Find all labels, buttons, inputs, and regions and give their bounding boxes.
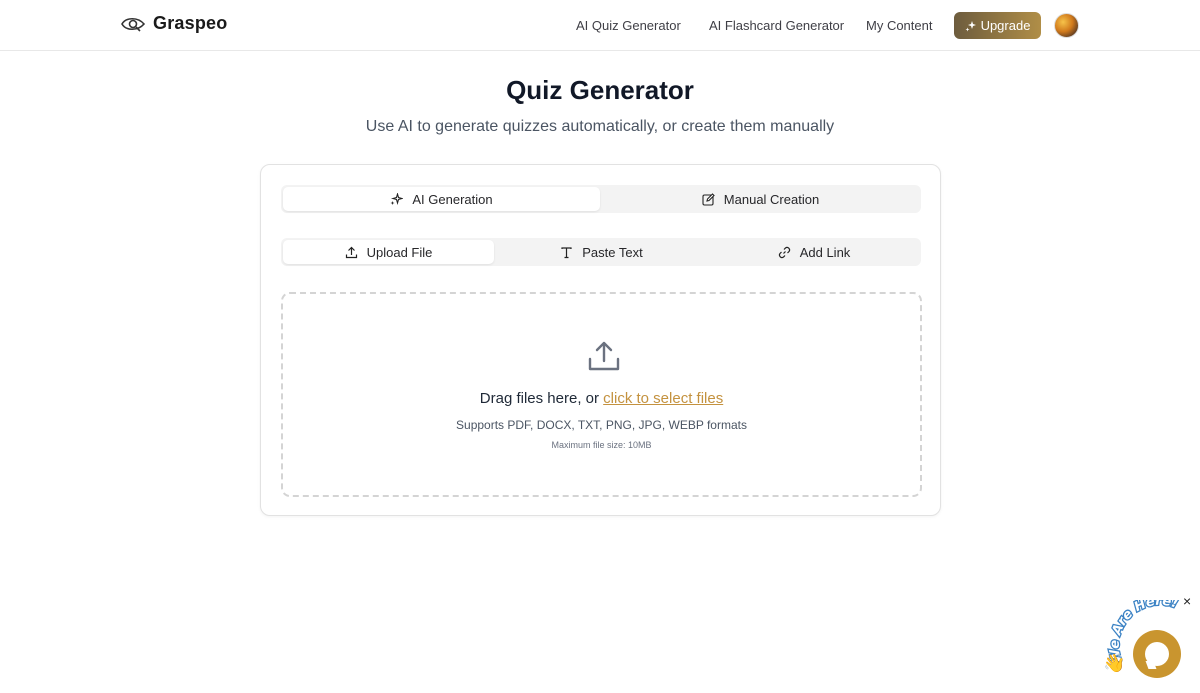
user-avatar[interactable] xyxy=(1054,13,1079,38)
chat-bubble-icon xyxy=(1145,642,1169,666)
tab-ai-generation-label: AI Generation xyxy=(412,191,493,207)
brand-logo[interactable]: Graspeo xyxy=(121,13,227,34)
nav-ai-quiz-generator[interactable]: AI Quiz Generator xyxy=(576,18,681,33)
nav-ai-flashcard-generator[interactable]: AI Flashcard Generator xyxy=(709,18,844,33)
sparkles-icon xyxy=(390,192,404,205)
tab-upload-file-label: Upload File xyxy=(366,244,433,260)
tab-add-link-label: Add Link xyxy=(799,244,851,260)
tab-paste-text-label: Paste Text xyxy=(582,244,643,260)
page-title: Quiz Generator xyxy=(506,75,694,105)
dropzone-prompt: Drag files here, or click to select file… xyxy=(283,390,920,407)
tab-manual-creation-label: Manual Creation xyxy=(723,191,820,207)
mode-tabs: AI Generation Manual Creation xyxy=(281,185,921,213)
file-dropzone[interactable]: Drag files here, or click to select file… xyxy=(281,292,922,497)
link-icon xyxy=(778,246,790,258)
waving-hand-icon: 👋 xyxy=(1103,653,1126,673)
upload-icon xyxy=(588,341,620,371)
brand-name: Graspeo xyxy=(153,13,228,33)
text-icon xyxy=(561,246,572,258)
sparkles-icon xyxy=(965,20,976,31)
chat-launcher-button[interactable] xyxy=(1133,630,1181,678)
source-tabs: Upload File Paste Text Add Link xyxy=(281,238,921,266)
page-subtitle: Use AI to generate quizzes automatically… xyxy=(365,118,835,135)
upgrade-button[interactable]: Upgrade xyxy=(954,12,1041,39)
select-files-link[interactable]: click to select files xyxy=(603,390,723,407)
top-navbar: Graspeo AI Quiz Generator AI Flashcard G… xyxy=(0,0,1200,51)
max-file-size: Maximum file size: 10MB xyxy=(551,440,652,450)
tab-manual-creation[interactable]: Manual Creation xyxy=(602,187,919,211)
tab-upload-file[interactable]: Upload File xyxy=(283,240,494,264)
dropzone-prompt-text: Drag files here, or xyxy=(479,390,604,407)
quiz-generator-card: AI Generation Manual Creation Upload Fil… xyxy=(260,164,941,516)
tab-paste-text[interactable]: Paste Text xyxy=(496,240,707,264)
tab-ai-generation[interactable]: AI Generation xyxy=(283,187,600,211)
tab-add-link[interactable]: Add Link xyxy=(709,240,919,264)
eye-logo-icon xyxy=(121,17,146,32)
supported-formats: Supports PDF, DOCX, TXT, PNG, JPG, WEBP … xyxy=(456,418,747,432)
upgrade-label: Upgrade xyxy=(980,18,1031,33)
upload-icon xyxy=(345,246,357,258)
nav-my-content[interactable]: My Content xyxy=(866,18,932,33)
edit-icon xyxy=(702,192,715,206)
